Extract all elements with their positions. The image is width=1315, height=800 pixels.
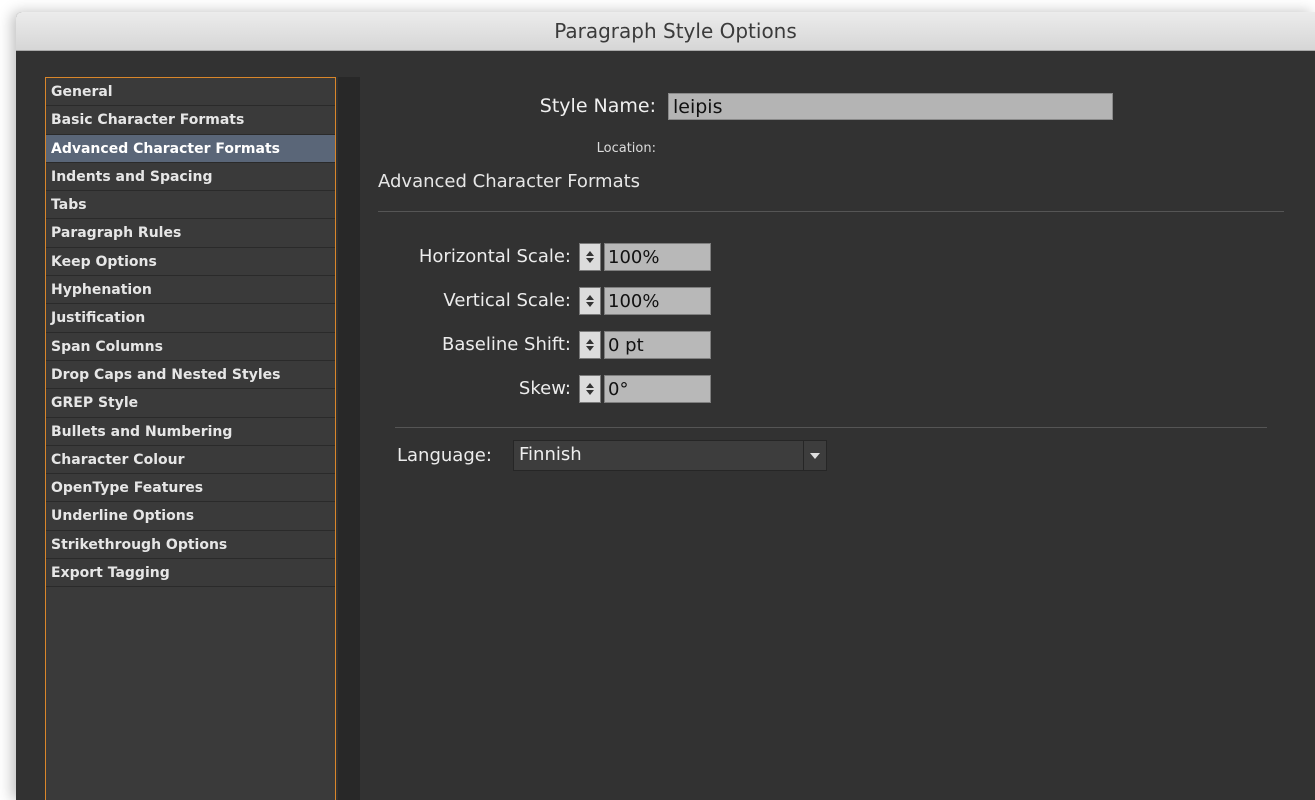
window-title: Paragraph Style Options — [554, 19, 797, 43]
paragraph-style-options-dialog: Paragraph Style Options General Basic Ch… — [16, 12, 1315, 800]
sidebar-item-export-tagging[interactable]: Export Tagging — [46, 559, 335, 588]
style-name-input[interactable] — [668, 93, 1113, 120]
baseline-shift-input[interactable] — [604, 331, 711, 359]
stepper-down-icon — [586, 302, 594, 307]
stepper-up-icon — [586, 251, 594, 256]
section-divider — [378, 211, 1284, 212]
sidebar-item-strikethrough-options[interactable]: Strikethrough Options — [46, 531, 335, 560]
sidebar-item-tabs[interactable]: Tabs — [46, 191, 335, 220]
skew-label: Skew: — [518, 378, 571, 399]
sidebar-item-grep-style[interactable]: GREP Style — [46, 389, 335, 418]
sidebar-item-drop-caps-nested-styles[interactable]: Drop Caps and Nested Styles — [46, 361, 335, 390]
sidebar-scrollbar[interactable] — [338, 77, 360, 800]
sidebar-item-justification[interactable]: Justification — [46, 304, 335, 333]
chevron-down-icon — [810, 452, 820, 459]
sidebar-item-span-columns[interactable]: Span Columns — [46, 333, 335, 361]
sidebar-item-character-colour[interactable]: Character Colour — [46, 446, 335, 475]
sidebar-item-basic-character-formats[interactable]: Basic Character Formats — [46, 106, 335, 135]
language-label: Language: — [397, 445, 492, 466]
stepper-up-icon — [586, 295, 594, 300]
vertical-scale-input[interactable] — [604, 287, 711, 315]
sidebar-item-advanced-character-formats[interactable]: Advanced Character Formats — [46, 134, 335, 163]
style-name-label: Style Name: — [539, 95, 656, 117]
sidebar-item-general[interactable]: General — [46, 78, 335, 107]
sidebar-item-underline-options[interactable]: Underline Options — [46, 502, 335, 531]
section-heading: Advanced Character Formats — [378, 171, 641, 192]
sidebar-item-paragraph-rules[interactable]: Paragraph Rules — [46, 219, 335, 248]
settings-panel: Style Name: Location: Advanced Character… — [361, 50, 1315, 800]
vertical-scale-label: Vertical Scale: — [443, 290, 571, 311]
stepper-down-icon — [586, 258, 594, 263]
category-list: General Basic Character Formats Advanced… — [45, 77, 336, 800]
stepper-down-icon — [586, 390, 594, 395]
sidebar-item-opentype-features[interactable]: OpenType Features — [46, 474, 335, 503]
skew-input[interactable] — [604, 375, 711, 403]
language-dropdown[interactable]: Finnish — [513, 440, 827, 471]
title-bar[interactable]: Paragraph Style Options — [16, 12, 1315, 51]
sidebar-item-hyphenation[interactable]: Hyphenation — [46, 276, 335, 305]
baseline-shift-stepper[interactable] — [579, 331, 601, 359]
location-label: Location: — [596, 141, 656, 156]
horizontal-scale-input[interactable] — [604, 243, 711, 271]
baseline-shift-label: Baseline Shift: — [441, 334, 571, 355]
vertical-scale-stepper[interactable] — [579, 287, 601, 315]
stepper-up-icon — [586, 383, 594, 388]
stepper-down-icon — [586, 346, 594, 351]
stepper-up-icon — [586, 339, 594, 344]
horizontal-scale-label: Horizontal Scale: — [418, 246, 571, 267]
sidebar-item-bullets-numbering[interactable]: Bullets and Numbering — [46, 418, 335, 446]
skew-stepper[interactable] — [579, 375, 601, 403]
language-divider — [395, 427, 1267, 428]
sidebar-item-keep-options[interactable]: Keep Options — [46, 248, 335, 277]
horizontal-scale-stepper[interactable] — [579, 243, 601, 271]
language-value: Finnish — [519, 444, 582, 465]
dropdown-toggle[interactable] — [803, 441, 826, 470]
sidebar-item-indents-and-spacing[interactable]: Indents and Spacing — [46, 163, 335, 192]
